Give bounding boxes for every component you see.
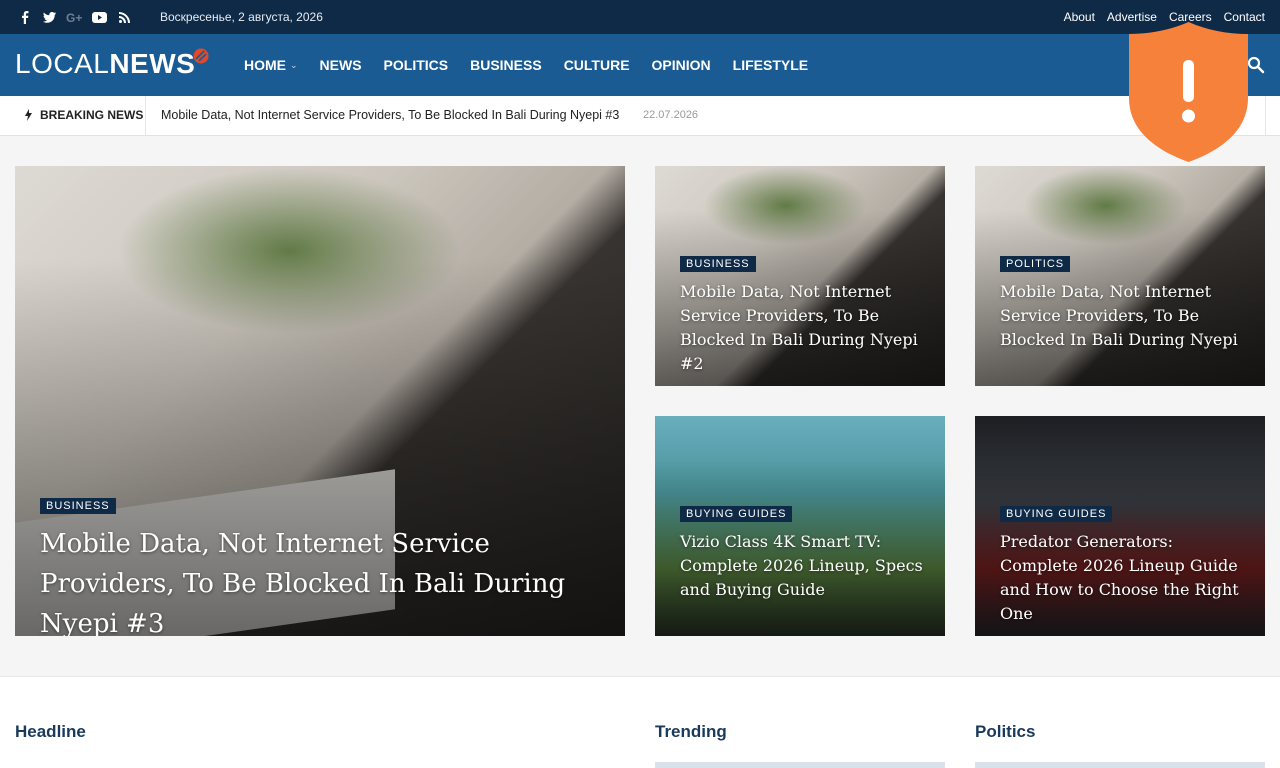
- nav-opinion[interactable]: OPINION: [641, 34, 722, 96]
- card-title[interactable]: Mobile Data, Not Internet Service Provid…: [1000, 280, 1255, 352]
- card-title[interactable]: Predator Generators: Complete 2026 Lineu…: [1000, 530, 1255, 626]
- featured-card-main[interactable]: BUSINESS Mobile Data, Not Internet Servi…: [15, 166, 625, 636]
- breaking-news-bar: BREAKING NEWS Mobile Data, Not Internet …: [0, 96, 1280, 136]
- twitter-icon[interactable]: [37, 0, 62, 34]
- featured-card-top-mid[interactable]: BUSINESS Mobile Data, Not Internet Servi…: [655, 166, 945, 386]
- featured-card-top-right[interactable]: POLITICS Mobile Data, Not Internet Servi…: [975, 166, 1265, 386]
- nav-business[interactable]: BUSINESS: [459, 34, 553, 96]
- image-shade: [975, 166, 1265, 386]
- nav-lifestyle-label: LIFESTYLE: [732, 57, 809, 73]
- politics-thumb-top: [975, 762, 1265, 768]
- about-link[interactable]: About: [1064, 10, 1095, 24]
- main-header: LOCAL NEWS HOME ⌄ NEWS POLITICS BUSINESS C…: [0, 34, 1280, 96]
- youtube-icon[interactable]: [87, 0, 112, 34]
- breaking-label-text: BREAKING NEWS: [40, 108, 144, 122]
- breaking-news-label: BREAKING NEWS: [25, 108, 143, 122]
- nav-business-label: BUSINESS: [470, 57, 542, 73]
- category-badge[interactable]: BUYING GUIDES: [680, 506, 793, 522]
- section-title-politics[interactable]: Politics: [975, 722, 1035, 742]
- nav-culture[interactable]: CULTURE: [553, 34, 641, 96]
- logo-text-local: LOCAL: [15, 48, 110, 79]
- card-title[interactable]: Mobile Data, Not Internet Service Provid…: [680, 280, 930, 376]
- category-badge[interactable]: POLITICS: [1000, 256, 1071, 272]
- category-badge[interactable]: BUSINESS: [680, 256, 756, 272]
- current-date: Воскресенье, 2 августа, 2026: [160, 10, 323, 24]
- facebook-icon[interactable]: [12, 0, 37, 34]
- google-plus-icon[interactable]: G+: [62, 0, 87, 34]
- card-title[interactable]: Vizio Class 4K Smart TV: Complete 2026 L…: [680, 530, 930, 602]
- breaking-date: 22.07.2026: [643, 109, 699, 121]
- nav-opinion-label: OPINION: [651, 57, 711, 73]
- breaking-headline-link[interactable]: Mobile Data, Not Internet Service Provid…: [161, 108, 619, 122]
- breaking-edge-divider: [1265, 96, 1266, 136]
- chevron-down-icon: ⌄: [290, 59, 298, 70]
- svg-text:G+: G+: [66, 11, 82, 23]
- warning-shield-icon[interactable]: [1127, 20, 1250, 164]
- category-badge[interactable]: BUSINESS: [40, 498, 116, 514]
- nav-lifestyle[interactable]: LIFESTYLE: [722, 34, 819, 96]
- main-nav: HOME ⌄ NEWS POLITICS BUSINESS CULTURE OPI…: [233, 34, 819, 96]
- featured-title[interactable]: Mobile Data, Not Internet Service Provid…: [40, 524, 600, 636]
- top-bar: G+ Воскресенье, 2 августа, 2026 About Ad…: [0, 0, 1280, 34]
- image-shade: [655, 416, 945, 636]
- nav-culture-label: CULTURE: [563, 57, 630, 73]
- nav-home-label: HOME: [244, 57, 286, 73]
- logo-text-news: NEWS: [109, 48, 196, 79]
- nav-politics[interactable]: POLITICS: [373, 34, 460, 96]
- section-title-trending[interactable]: Trending: [655, 722, 727, 742]
- trending-thumb-top: [655, 762, 945, 768]
- site-logo[interactable]: LOCAL NEWS: [15, 48, 195, 82]
- nav-news-label: NEWS: [319, 57, 362, 73]
- logo-mark-icon: [193, 48, 209, 64]
- section-strip: Headline Trending Politics: [0, 676, 1280, 768]
- breaking-divider: [145, 96, 146, 136]
- nav-politics-label: POLITICS: [383, 57, 449, 73]
- bolt-icon: [25, 109, 32, 121]
- rss-icon[interactable]: [112, 0, 137, 34]
- featured-card-bottom-mid[interactable]: BUYING GUIDES Vizio Class 4K Smart TV: C…: [655, 416, 945, 636]
- nav-news[interactable]: NEWS: [309, 34, 373, 96]
- social-links: G+: [12, 0, 137, 34]
- category-badge[interactable]: BUYING GUIDES: [1000, 506, 1113, 522]
- nav-home[interactable]: HOME ⌄: [233, 34, 309, 96]
- section-title-headline[interactable]: Headline: [15, 722, 86, 742]
- featured-card-bottom-right[interactable]: BUYING GUIDES Predator Generators: Compl…: [975, 416, 1265, 636]
